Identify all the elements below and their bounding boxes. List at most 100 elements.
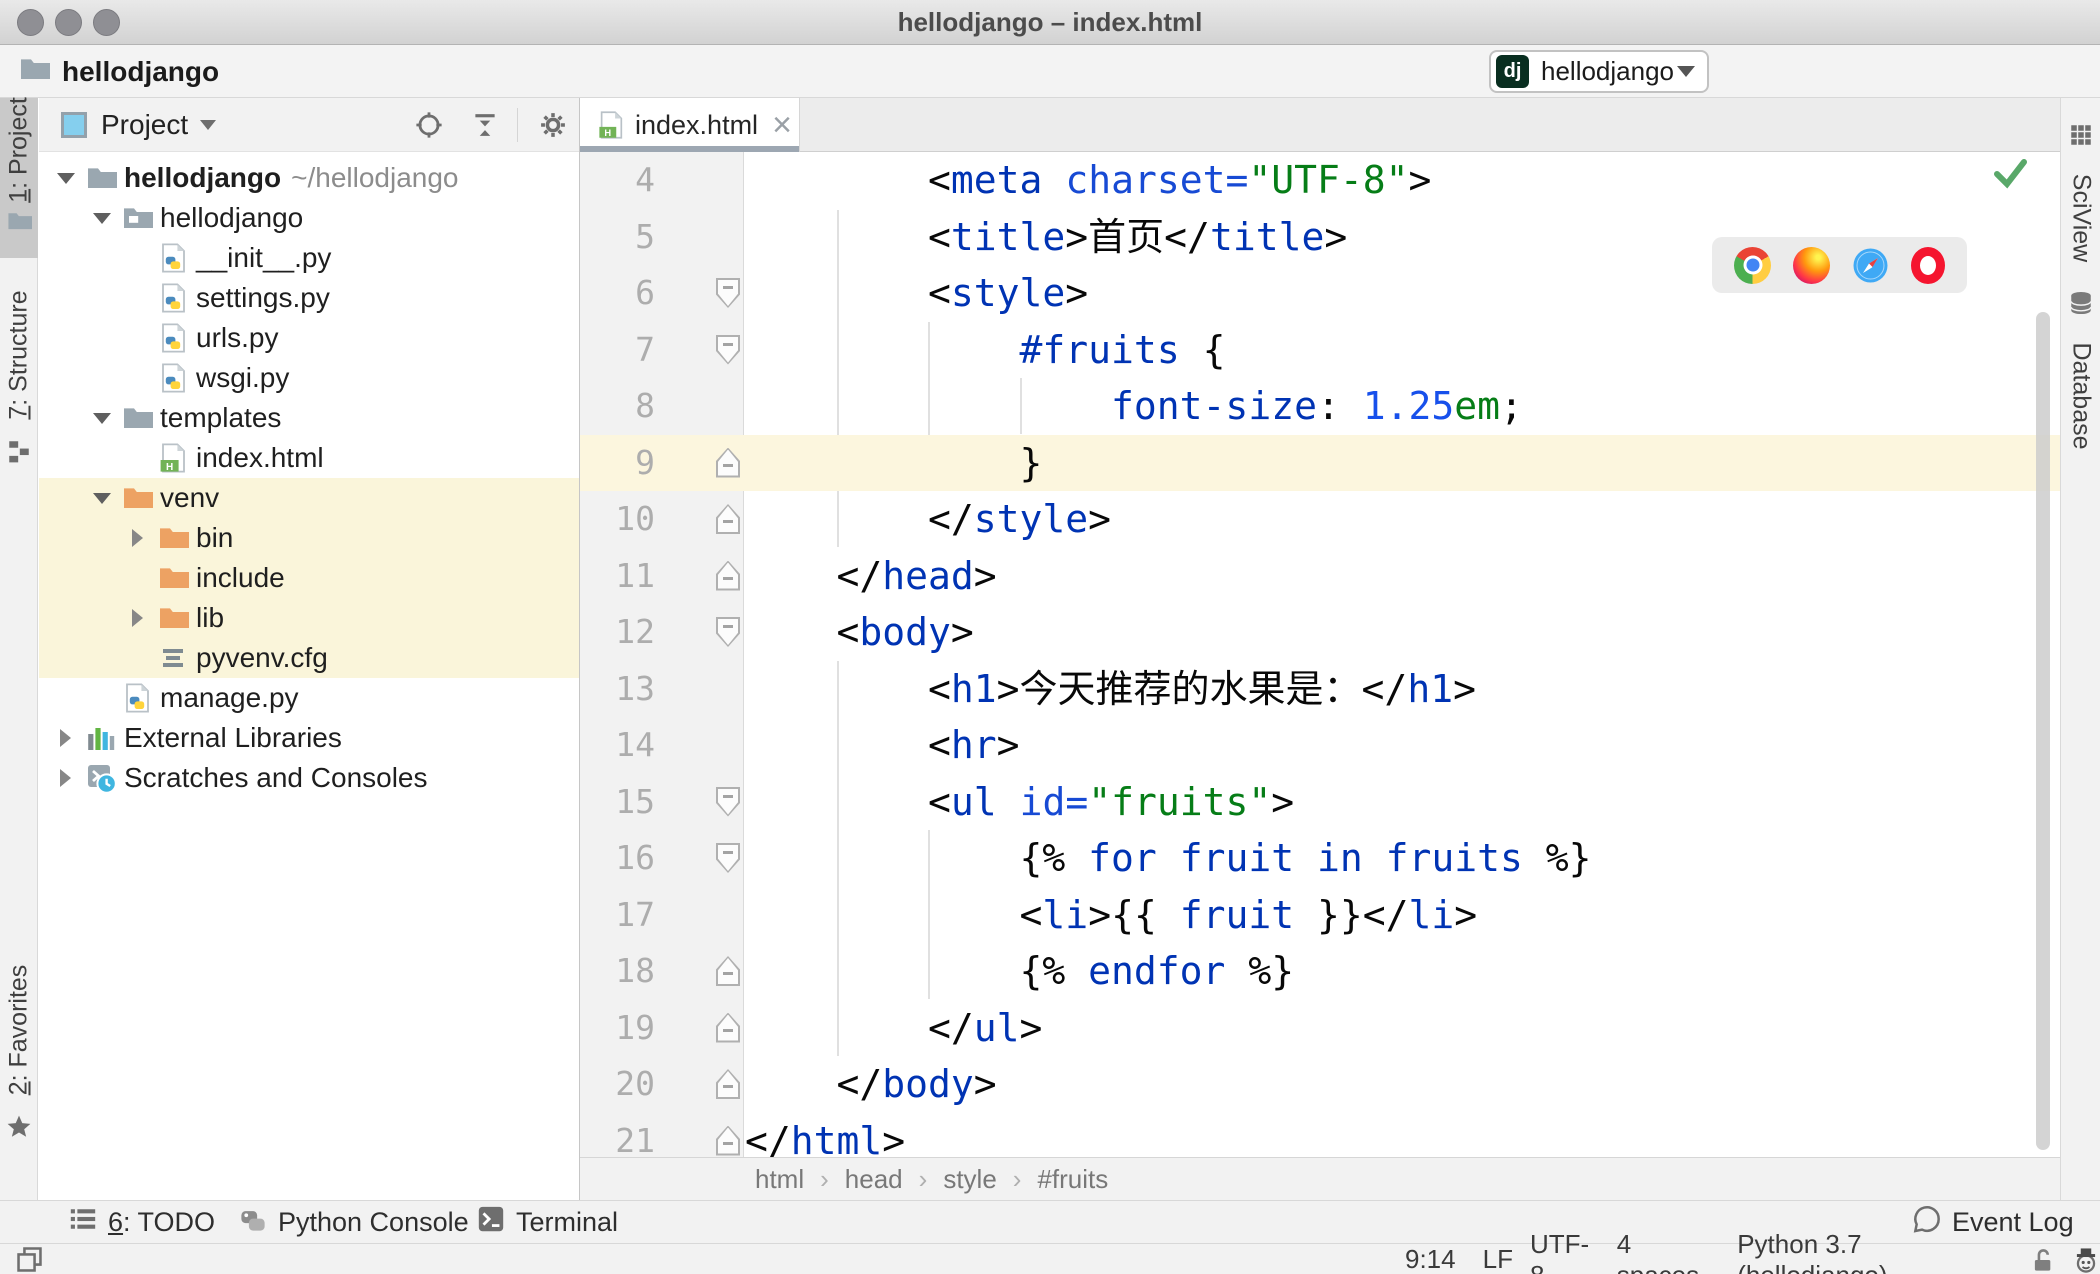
tree-item-index-html[interactable]: Hindex.html bbox=[39, 438, 579, 478]
fold-start-marker[interactable] bbox=[716, 617, 740, 647]
tab-index-html[interactable]: H index.html × bbox=[580, 98, 800, 152]
tree-item-external-libraries[interactable]: External Libraries bbox=[39, 718, 579, 758]
line-number[interactable]: 9 bbox=[580, 435, 655, 492]
stripe-button-database[interactable]: Database bbox=[2061, 98, 2100, 1200]
code-editor[interactable]: 4 <meta charset="UTF-8"> 5 <title>首页</tit… bbox=[580, 152, 2060, 1157]
tree-item-manage-py[interactable]: manage.py bbox=[39, 678, 579, 718]
python-icon bbox=[157, 242, 189, 274]
tree-item-hellodjango[interactable]: hellodjango ~/hellodjango bbox=[39, 158, 579, 198]
close-icon[interactable]: × bbox=[772, 108, 792, 142]
fold-start-marker[interactable] bbox=[716, 786, 740, 817]
fold-start-marker[interactable] bbox=[716, 843, 740, 873]
fold-end-marker[interactable] bbox=[716, 956, 740, 986]
tool-window-button-terminal[interactable]: Terminal bbox=[476, 1201, 618, 1244]
line-number[interactable]: 12 bbox=[580, 604, 655, 661]
line-number[interactable]: 6 bbox=[580, 265, 655, 322]
tree-item-lib[interactable]: lib bbox=[39, 598, 579, 638]
tree-item-init-py[interactable]: __init__.py bbox=[39, 238, 579, 278]
line-number[interactable]: 10 bbox=[580, 491, 655, 548]
db-icon bbox=[2068, 290, 2094, 316]
breadcrumb-item-head[interactable]: head bbox=[845, 1164, 903, 1195]
pyconsole-icon bbox=[238, 1204, 268, 1241]
tool-window-button-label: Python Console bbox=[278, 1207, 469, 1237]
project-panel-title[interactable]: Project bbox=[101, 109, 188, 141]
line-number[interactable]: 8 bbox=[580, 378, 655, 435]
fold-end-marker[interactable] bbox=[716, 447, 740, 478]
run-configuration-select[interactable]: dj hellodjango bbox=[1489, 50, 1709, 93]
line-number[interactable]: 20 bbox=[580, 1056, 655, 1113]
status-widget-utf-8[interactable]: UTF-8 bbox=[1530, 1229, 1602, 1274]
tree-item-bin[interactable]: bin bbox=[39, 518, 579, 558]
editor-scrollbar-thumb[interactable] bbox=[2036, 312, 2050, 1150]
chevron-down-icon[interactable] bbox=[200, 119, 217, 130]
line-number[interactable]: 11 bbox=[580, 548, 655, 605]
fold-end-marker[interactable] bbox=[716, 504, 740, 534]
breadcrumb-item-fruits[interactable]: #fruits bbox=[1037, 1164, 1108, 1195]
tree-item-urls-py[interactable]: urls.py bbox=[39, 318, 579, 358]
tree-item-label: urls.py bbox=[196, 322, 279, 353]
line-number[interactable]: 5 bbox=[580, 209, 655, 266]
line-number[interactable]: 16 bbox=[580, 830, 655, 887]
line-number[interactable]: 17 bbox=[580, 887, 655, 944]
code-text: </head> bbox=[745, 553, 997, 598]
breadcrumb-item-html[interactable]: html bbox=[755, 1164, 804, 1195]
highlighting-level-icon[interactable] bbox=[2072, 1246, 2100, 1274]
python-icon bbox=[157, 282, 189, 314]
status-widget-4-spaces[interactable]: 4 spaces bbox=[1617, 1229, 1718, 1274]
line-number[interactable]: 18 bbox=[580, 943, 655, 1000]
line-number[interactable]: 21 bbox=[580, 1113, 655, 1158]
tree-item-label: External Libraries bbox=[124, 722, 342, 753]
firefox-browser-icon[interactable] bbox=[1793, 246, 1830, 284]
stripe-button-2-favorites[interactable]: 2: Favorites bbox=[0, 98, 38, 1200]
tree-item-label: lib bbox=[196, 602, 225, 633]
opera-browser-icon[interactable] bbox=[1911, 246, 1945, 284]
tree-item-wsgi-py[interactable]: wsgi.py bbox=[39, 358, 579, 398]
tree-item-pyvenv-cfg[interactable]: pyvenv.cfg bbox=[39, 638, 579, 678]
code-text: <body> bbox=[745, 610, 974, 654]
folder-icon bbox=[121, 402, 153, 434]
fold-start-marker[interactable] bbox=[716, 278, 740, 308]
unlocked-icon[interactable] bbox=[2030, 1247, 2056, 1273]
tree-item-venv[interactable]: venv bbox=[39, 478, 579, 518]
fold-end-marker[interactable] bbox=[716, 560, 740, 591]
editor-tab-bar: H index.html × bbox=[580, 98, 2060, 152]
status-widget-9-14[interactable]: 9:14 bbox=[1405, 1244, 1456, 1274]
tab-label: index.html bbox=[635, 109, 759, 140]
chrome-browser-icon[interactable] bbox=[1734, 246, 1771, 284]
tree-item-include[interactable]: include bbox=[39, 558, 579, 598]
gear-icon[interactable] bbox=[539, 111, 567, 139]
code-line-11: 11 </head> bbox=[580, 548, 2060, 605]
line-number[interactable]: 15 bbox=[580, 774, 655, 831]
project-breadcrumb[interactable]: hellodjango bbox=[18, 45, 219, 98]
tree-item-scratches-and-consoles[interactable]: Scratches and Consoles bbox=[39, 758, 579, 798]
tree-item-templates[interactable]: templates bbox=[39, 398, 579, 438]
tree-item-label: Scratches and Consoles bbox=[124, 762, 428, 793]
fold-end-marker[interactable] bbox=[716, 1012, 740, 1043]
libs-icon bbox=[85, 722, 117, 754]
code-line-8: 8 font-size: 1.25em; bbox=[580, 378, 2060, 435]
line-number[interactable]: 4 bbox=[580, 152, 655, 209]
breadcrumb-item-style[interactable]: style bbox=[943, 1164, 996, 1195]
project-panel-header: Project bbox=[39, 98, 615, 152]
fold-end-marker[interactable] bbox=[716, 1125, 740, 1156]
status-widget-python-3-7-hellodjango[interactable]: Python 3.7 (hellodjango) bbox=[1737, 1229, 2012, 1274]
line-number[interactable]: 19 bbox=[580, 1000, 655, 1057]
tool-window-switcher-icon[interactable] bbox=[16, 1246, 43, 1273]
code-line-4: 4 <meta charset="UTF-8"> bbox=[580, 152, 2060, 209]
status-widget-lf[interactable]: LF bbox=[1483, 1244, 1513, 1274]
fold-end-marker[interactable] bbox=[716, 1069, 740, 1099]
tool-window-button-6-todo[interactable]: 6: TODO bbox=[68, 1201, 215, 1244]
safari-browser-icon[interactable] bbox=[1852, 247, 1889, 284]
tree-item-settings-py[interactable]: settings.py bbox=[39, 278, 579, 318]
line-number[interactable]: 14 bbox=[580, 717, 655, 774]
line-number[interactable]: 13 bbox=[580, 661, 655, 718]
fold-start-marker[interactable] bbox=[716, 334, 740, 365]
tool-window-button-python-console[interactable]: Python Console bbox=[238, 1201, 469, 1244]
tree-item-label: manage.py bbox=[160, 682, 299, 713]
collapse-all-button[interactable] bbox=[471, 111, 499, 139]
tree-item-hellodjango[interactable]: hellodjango bbox=[39, 198, 579, 238]
right-tool-stripe: SciView Database bbox=[2060, 98, 2100, 1200]
line-number[interactable]: 7 bbox=[580, 322, 655, 379]
tree-item-label: include bbox=[196, 562, 285, 593]
select-opened-file-button[interactable] bbox=[415, 111, 443, 139]
